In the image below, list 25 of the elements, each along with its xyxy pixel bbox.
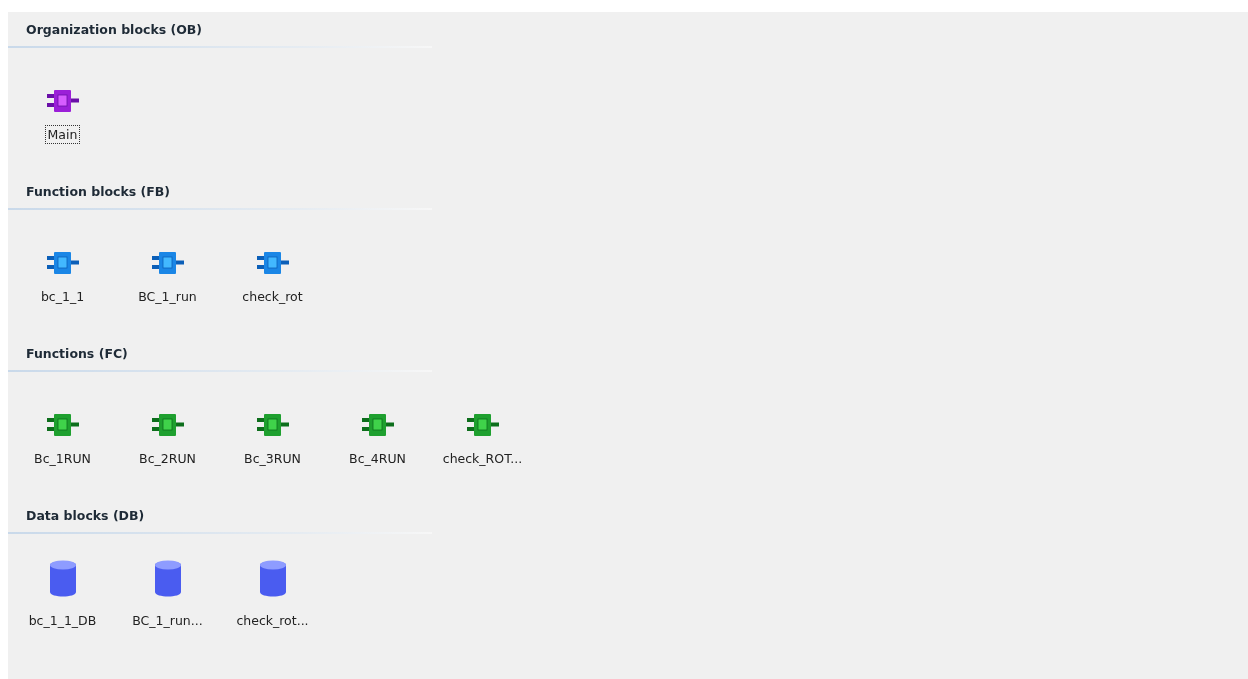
block-icon[interactable] [151,413,184,437]
block-icon[interactable] [256,251,289,275]
block-label[interactable]: Bc_2RUN [136,449,199,468]
block-label[interactable]: check_rot [239,287,306,306]
block-icon[interactable] [46,413,79,437]
block-icon[interactable] [361,413,394,437]
block-label[interactable]: check_rot... [233,611,312,630]
block-label[interactable]: BC_1_run [135,287,200,306]
block-icon[interactable] [151,251,184,275]
block-icon[interactable] [46,89,79,113]
block-label[interactable]: Main [44,125,81,144]
block-label[interactable]: Bc_4RUN [346,449,409,468]
section-title: Data blocks (DB) [26,507,145,523]
block-label[interactable]: Bc_3RUN [241,449,304,468]
block-label[interactable]: bc_1_1 [37,287,88,306]
block-label[interactable]: BC_1_run... [129,611,206,630]
block-label[interactable]: check_ROT... [439,449,526,468]
section-title: Organization blocks (OB) [26,21,203,37]
section-title: Function blocks (FB) [26,183,171,199]
block-icon[interactable] [46,251,79,275]
block-icon[interactable] [256,413,289,437]
section-title: Functions (FC) [26,345,128,361]
block-icon[interactable] [466,413,499,437]
block-label[interactable]: bc_1_1_DB [25,611,100,630]
block-label[interactable]: Bc_1RUN [31,449,94,468]
